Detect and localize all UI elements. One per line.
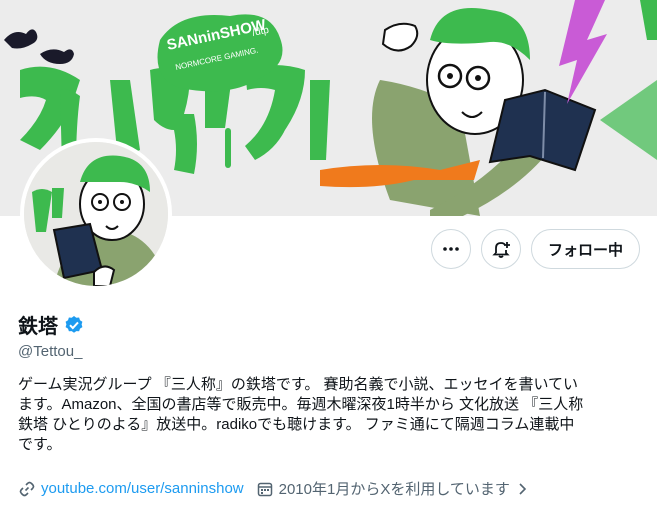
following-button[interactable]: フォロー中 (530, 229, 640, 269)
verified-badge-icon[interactable] (64, 315, 84, 335)
user-handle: @Tettou_ (18, 343, 83, 360)
joined-date: 2010年1月からXを利用しています (278, 481, 510, 498)
profile-avatar[interactable] (20, 138, 172, 290)
following-label: フォロー中 (547, 241, 623, 259)
profile-bio: ゲーム実況グループ 『三人称』の鉄塔です。 賽助名義で小説、エッセイを書いてい … (18, 375, 643, 455)
joined-item[interactable]: 2010年1月からXを利用しています (256, 478, 529, 499)
chevron-right-icon (519, 482, 527, 495)
profile-actions: フォロー中 (430, 229, 640, 269)
bio-line: 鉄塔 ひとりのよる』放送中。radikoでも聴けます。 ファミ通にて隔週コラム連… (18, 416, 575, 433)
link-icon (19, 481, 35, 496)
bio-line: です。 (18, 436, 62, 453)
bio-line: ゲーム実況グループ 『三人称』の鉄塔です。 賽助名義で小説、エッセイを書いてい (18, 376, 579, 393)
notifications-button[interactable] (480, 229, 521, 269)
display-name: 鉄塔 (18, 316, 58, 338)
avatar-image (24, 142, 168, 286)
profile-name-row: 鉄塔 (18, 310, 84, 339)
profile-meta: youtube.com/user/sanninshow 2010年1月からXを利… (18, 478, 541, 499)
calendar-icon (257, 482, 272, 496)
website-link[interactable]: youtube.com/user/sanninshow (41, 480, 244, 497)
more-button[interactable] (430, 229, 471, 269)
bio-line: ます。Amazon、全国の書店等で販売中。毎週木曜深夜1時半から 文化放送 『三… (18, 396, 584, 413)
bell-plus-icon (492, 242, 510, 258)
website-item[interactable]: youtube.com/user/sanninshow (18, 480, 244, 498)
more-icon (443, 247, 459, 251)
